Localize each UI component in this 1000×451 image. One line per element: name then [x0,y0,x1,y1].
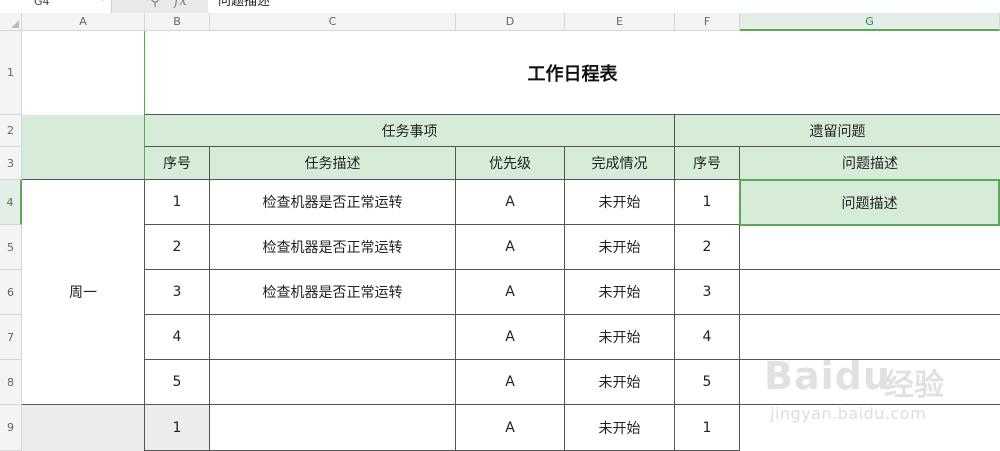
header-issue-seq[interactable]: 序号 [675,147,740,180]
row-header-9[interactable]: 9 [0,405,22,451]
table-cell-issue-seq[interactable]: 3 [675,270,740,315]
table-cell-task[interactable] [210,360,456,405]
table-cell-status[interactable]: 未开始 [565,225,675,270]
table-cell-task[interactable] [210,315,456,360]
row-header-2[interactable]: 2 [0,115,22,147]
chevron-down-icon[interactable]: ▾ [100,0,105,4]
table-cell-status[interactable]: 未开始 [565,360,675,405]
table-cell-priority[interactable]: A [456,315,565,360]
row-header-5[interactable]: 5 [0,225,22,270]
formula-input[interactable]: 问题描述 [208,0,1000,13]
col-header-a[interactable]: A [22,13,145,31]
table-cell-issue[interactable] [740,270,1000,315]
table-cell-task[interactable]: 检查机器是否正常运转 [210,270,456,315]
day-cell[interactable]: 周一 [22,180,145,405]
group-task-header[interactable]: 任务事项 [145,115,675,147]
table-cell-seq[interactable]: 4 [145,315,210,360]
table-cell-status[interactable]: 未开始 [565,270,675,315]
table-cell-issue-seq[interactable]: 1 [675,405,740,451]
table-cell-task[interactable]: 检查机器是否正常运转 [210,225,456,270]
name-box[interactable]: G4 ▾ [0,0,112,13]
table-cell-issue-seq[interactable]: 4 [675,315,740,360]
row-header-7[interactable]: 7 [0,315,22,360]
cell-a2-a3[interactable] [22,115,145,180]
select-all-corner[interactable] [0,13,22,31]
cell-a9[interactable] [22,405,145,451]
table-cell-status[interactable]: 未开始 [565,180,675,225]
sheet-title[interactable]: 工作日程表 [145,31,1000,115]
table-cell-status[interactable]: 未开始 [565,315,675,360]
fx-icon[interactable]: fx [174,0,187,9]
row-header-6[interactable]: 6 [0,270,22,315]
table-cell-status[interactable]: 未开始 [565,405,675,451]
corner-triangle-icon [11,20,19,28]
table-cell-priority[interactable]: A [456,225,565,270]
header-issue-desc[interactable]: 问题描述 [740,147,1000,180]
table-cell-seq[interactable]: 1 [145,405,210,451]
header-status[interactable]: 完成情况 [565,147,675,180]
selected-cell-g4[interactable]: 问题描述 [739,179,1000,226]
row-header-1[interactable]: 1 [0,31,22,115]
table-cell-priority[interactable]: A [456,180,565,225]
row-header-8[interactable]: 8 [0,360,22,405]
watermark-logo: Baidu [764,354,891,398]
col-header-f[interactable]: F [675,13,740,31]
table-cell-task[interactable] [210,405,456,451]
col-header-d[interactable]: D [456,13,565,31]
header-seq[interactable]: 序号 [145,147,210,180]
row-header-3[interactable]: 3 [0,147,22,180]
formula-content: 问题描述 [218,0,271,9]
col-header-e[interactable]: E [565,13,675,31]
col-header-b[interactable]: B [145,13,210,31]
col-header-c[interactable]: C [210,13,456,31]
table-cell-task[interactable]: 检查机器是否正常运转 [210,180,456,225]
group-issue-header[interactable]: 遗留问题 [675,115,1000,147]
table-cell-priority[interactable]: A [456,270,565,315]
row-header-4[interactable]: 4 [0,180,22,225]
watermark-url: jingyan.baidu.com [770,404,927,423]
table-cell-issue[interactable] [740,225,1000,270]
baidu-jingyan-watermark: Baidu 经验 jingyan.baidu.com [764,346,1000,436]
table-cell-priority[interactable]: A [456,360,565,405]
formula-tools: ⚲ fx [112,0,208,13]
header-task-desc[interactable]: 任务描述 [210,147,456,180]
cell-a1[interactable] [22,31,145,115]
col-header-g[interactable]: G [740,13,1000,31]
table-cell-seq[interactable]: 3 [145,270,210,315]
table-cell-seq[interactable]: 5 [145,360,210,405]
table-cell-issue-seq[interactable]: 5 [675,360,740,405]
zoom-icon[interactable]: ⚲ [150,0,160,9]
header-priority[interactable]: 优先级 [456,147,565,180]
table-cell-issue-seq[interactable]: 2 [675,225,740,270]
cell-reference: G4 [34,0,50,8]
table-cell-issue-seq[interactable]: 1 [675,180,740,225]
watermark-brand: 经验 [884,368,944,403]
table-cell-priority[interactable]: A [456,405,565,451]
table-cell-seq[interactable]: 2 [145,225,210,270]
table-cell-seq[interactable]: 1 [145,180,210,225]
